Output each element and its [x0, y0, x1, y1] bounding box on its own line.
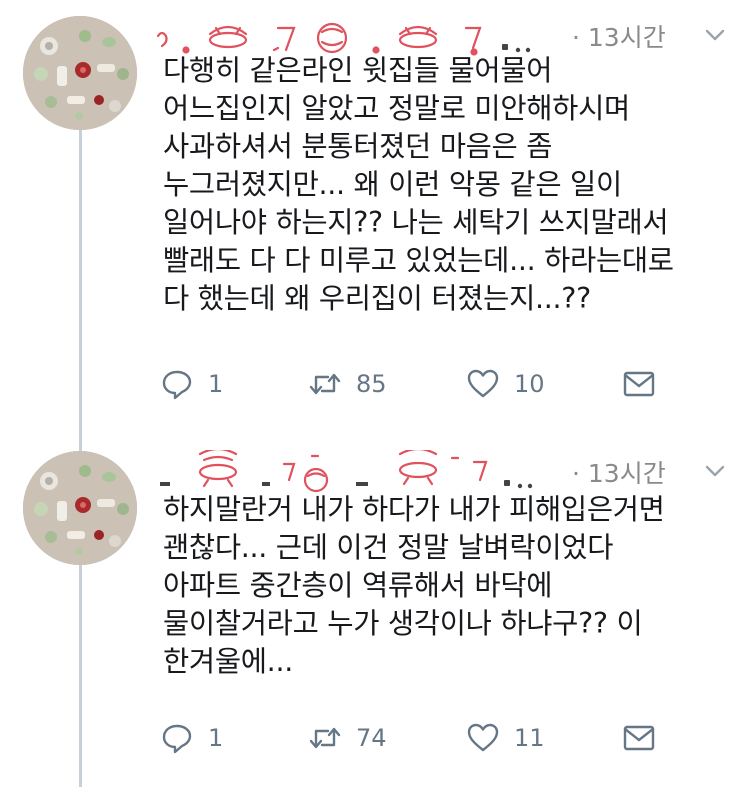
tweet-text-line: 어느집인지 알았고 정말로 미안해하시며 — [163, 92, 630, 125]
tweet-text-line: 하지말란거 내가 하다가 내가 피해입은거면 — [163, 493, 665, 526]
tweet-text-line: 한겨울에... — [163, 645, 293, 678]
tweet-text: 다행히 같은라인 윗집들 물어물어 어느집인지 알았고 정말로 미안해하시며 사… — [163, 52, 738, 318]
tweet-text-line: 다 했는데 왜 우리집이 터졌는지...?? — [163, 282, 591, 315]
retweet-icon — [309, 727, 341, 749]
envelope-icon — [623, 725, 655, 751]
tweet-text-line: 누그러졌지만... 왜 이런 악몽 같은 일이 — [163, 168, 622, 201]
tweet-text: 하지말란거 내가 하다가 내가 피해입은거면 괜찮다... 근데 이건 정말 날… — [163, 491, 738, 681]
tweet-text-line: 일어나야 하는지?? 나는 세탁기 쓰지말래서 — [163, 206, 669, 239]
like-count: 11 — [514, 724, 545, 752]
tweet-text-line: 괜찮다... 근데 이건 정말 날벼락이었다 — [163, 531, 614, 564]
reply-count: 1 — [208, 724, 224, 752]
retweet-button[interactable]: 74 — [308, 720, 387, 756]
retweet-button[interactable]: 85 — [308, 366, 387, 402]
avatar[interactable] — [23, 451, 137, 565]
direct-message-button[interactable] — [622, 720, 656, 756]
tweet-text-line: 사과하셔서 분통터졌던 마음은 좀 — [163, 130, 553, 163]
like-button[interactable]: 10 — [466, 366, 545, 402]
heart-icon — [467, 723, 499, 752]
chevron-down-icon[interactable] — [702, 22, 728, 48]
tweet-text-line: 다행히 같은라인 윗집들 물어물어 — [163, 54, 553, 87]
heart-icon — [467, 369, 499, 398]
timestamp[interactable]: · 13시간 — [572, 454, 666, 490]
reply-count: 1 — [208, 370, 224, 398]
reply-button[interactable]: 1 — [160, 720, 223, 756]
tweet-text-line: 아파트 중간층이 역류해서 바닥에 — [163, 569, 553, 602]
reply-icon — [162, 724, 192, 754]
avatar[interactable] — [23, 16, 137, 130]
retweet-icon — [309, 373, 341, 395]
chevron-down-icon[interactable] — [702, 458, 728, 484]
reply-icon — [162, 370, 192, 400]
direct-message-button[interactable] — [622, 366, 656, 402]
timestamp[interactable]: · 13시간 — [572, 18, 666, 54]
tweet-header: · 13시간 — [152, 14, 730, 56]
redacted-name-scribble — [152, 450, 552, 494]
tweet-text-line: 빨래도 다 다 미루고 있었는데... 하라는대로 — [163, 244, 674, 277]
envelope-icon — [623, 371, 655, 397]
reply-button[interactable]: 1 — [160, 366, 223, 402]
retweet-count: 74 — [356, 724, 387, 752]
retweet-count: 85 — [356, 370, 387, 398]
like-button[interactable]: 11 — [466, 720, 545, 756]
like-count: 10 — [514, 370, 545, 398]
tweet-text-line: 물이찰거라고 누가 생각이나 하냐구?? 이 — [163, 607, 643, 640]
tweet[interactable]: · 13시간 하지말란거 내가 하다가 내가 피해입은거면 괜찮다... 근데 … — [0, 440, 750, 787]
tweet[interactable]: · 13시간 다행히 같은라인 윗집들 물어물어 어느집인지 알았고 정말로 미… — [0, 0, 750, 440]
tweet-actions: 1 74 11 — [160, 720, 680, 756]
tweet-header: · 13시간 — [152, 450, 730, 493]
tweet-actions: 1 85 10 — [160, 366, 680, 402]
